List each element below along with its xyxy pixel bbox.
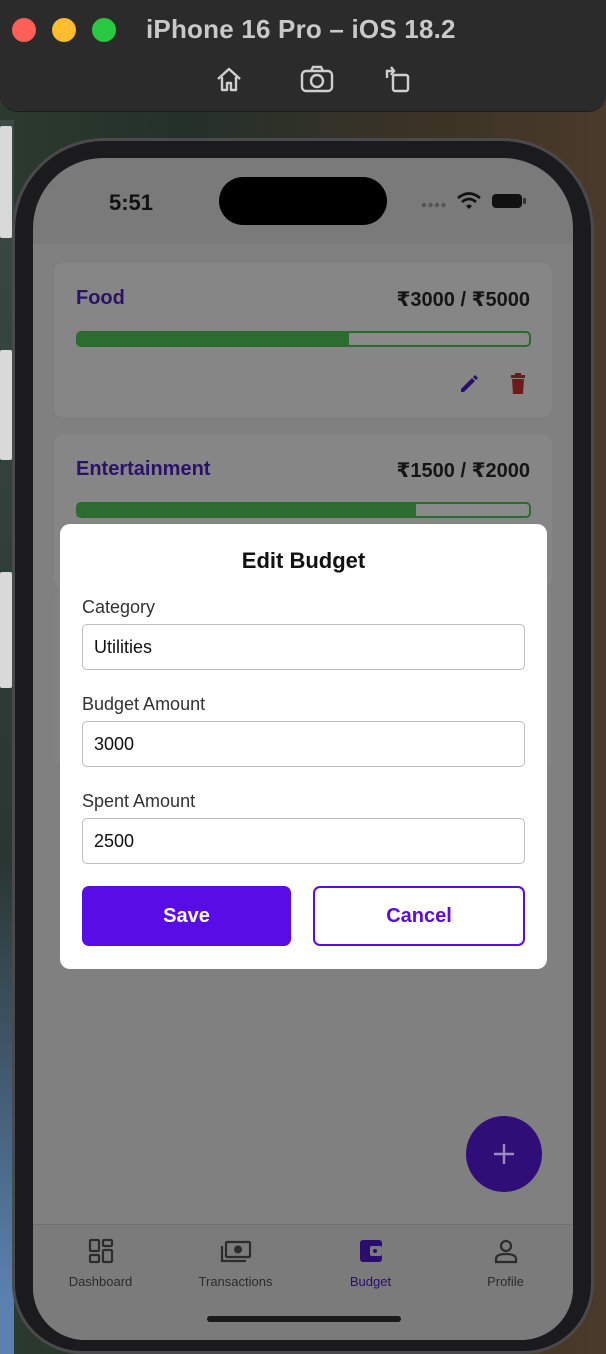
budget-category: Entertainment (76, 458, 211, 480)
budget-progress-fill (78, 333, 349, 345)
spent-amount-input[interactable] (82, 818, 525, 864)
home-icon[interactable] (212, 62, 246, 96)
close-window-button[interactable] (12, 18, 36, 42)
tab-label: Dashboard (68, 1274, 133, 1289)
status-time: 5:51 (109, 190, 154, 215)
budget-amount: ₹3000 / ₹5000 (396, 289, 531, 311)
simulator-title: iPhone 16 Pro – iOS 18.2 (146, 14, 456, 44)
cash-icon (220, 1237, 252, 1270)
minimize-window-button[interactable] (52, 18, 76, 42)
dynamic-island (219, 177, 387, 225)
simulator-title-bar: iPhone 16 Pro – iOS 18.2 (0, 0, 606, 112)
signal-dots-icon (421, 195, 447, 213)
add-budget-button[interactable] (466, 1116, 542, 1192)
tab-dashboard[interactable]: Dashboard (33, 1225, 168, 1340)
home-indicator (207, 1316, 401, 1322)
dialog-title: Edit Budget (241, 548, 366, 573)
category-label: Category (82, 597, 156, 617)
tab-budget[interactable]: Budget (303, 1225, 438, 1340)
plus-icon (494, 1144, 514, 1164)
desktop-thumbnail (0, 126, 12, 238)
screenshot-icon[interactable] (300, 62, 334, 96)
desktop-thumbnail (0, 572, 12, 688)
budget-amount-label: Budget Amount (82, 694, 206, 714)
budget-amount-input[interactable] (82, 721, 525, 767)
rotate-icon[interactable] (380, 62, 414, 96)
tab-label: Transactions (198, 1274, 273, 1289)
desktop-thumbnail (0, 350, 12, 460)
dashboard-icon (87, 1237, 115, 1270)
spent-amount-label: Spent Amount (82, 791, 196, 811)
status-indicators (421, 192, 527, 215)
budget-progress-bar (76, 331, 531, 347)
tab-label: Profile (487, 1274, 524, 1289)
budget-progress-bar (76, 502, 531, 518)
tab-transactions[interactable]: Transactions (168, 1225, 303, 1340)
battery-icon (491, 192, 527, 215)
wifi-icon (457, 192, 481, 215)
wallet-icon (357, 1237, 385, 1270)
person-icon (492, 1237, 520, 1270)
zoom-window-button[interactable] (92, 18, 116, 42)
budget-card-food: Food ₹3000 / ₹5000 (54, 263, 552, 417)
tab-profile[interactable]: Profile (438, 1225, 573, 1340)
edit-icon[interactable] (456, 371, 482, 397)
save-button[interactable]: Save (82, 886, 291, 946)
cancel-button[interactable]: Cancel (313, 886, 525, 946)
edit-budget-dialog: Edit Budget Category Budget Amount Spent… (60, 524, 547, 969)
tab-label: Budget (349, 1274, 392, 1289)
bottom-tab-bar: Dashboard Transactions Budget Profile (33, 1224, 573, 1340)
budget-progress-fill (78, 504, 417, 516)
delete-icon[interactable] (505, 371, 531, 397)
category-input[interactable] (82, 624, 525, 670)
budget-amount: ₹1500 / ₹2000 (396, 460, 531, 482)
budget-category: Food (76, 287, 125, 309)
